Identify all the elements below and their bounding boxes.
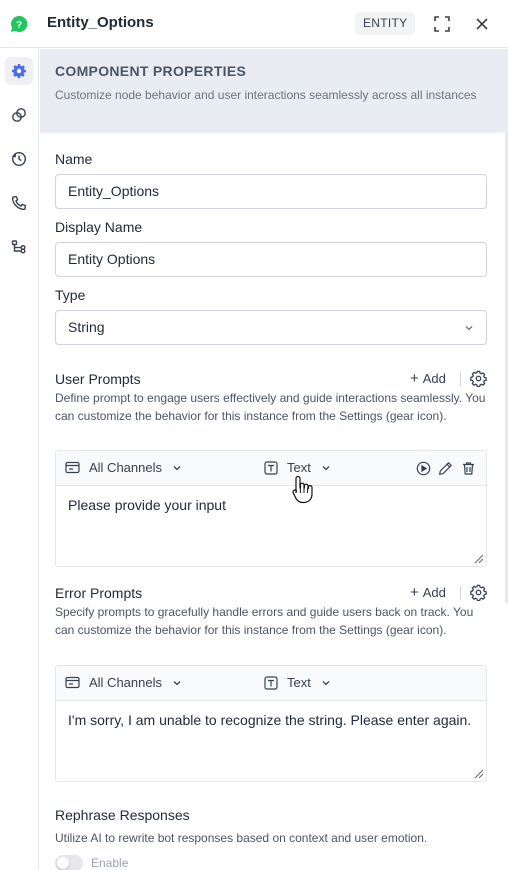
prompt-toolbar: All Channels Text [56, 451, 486, 486]
sidebar-item-connections[interactable] [5, 101, 33, 129]
phone-icon [11, 196, 26, 211]
channels-icon [65, 676, 80, 689]
error-prompt-textarea[interactable]: I'm sorry, I am unable to recognize the … [56, 701, 486, 781]
user-prompt-textarea[interactable]: Please provide your input [56, 486, 486, 566]
user-prompts-settings-gear-icon[interactable] [470, 370, 487, 387]
error-prompt-editor: All Channels Text I'm sorry, I am unable… [55, 665, 487, 782]
display-name-label: Display Name [55, 219, 143, 235]
history-icon [11, 151, 27, 167]
close-icon[interactable] [472, 14, 492, 34]
text-format-icon [264, 675, 278, 690]
flow-icon [11, 240, 26, 254]
gear-icon [12, 64, 26, 79]
error-prompts-title: Error Prompts [55, 585, 143, 601]
format-dropdown[interactable]: Text [264, 460, 331, 475]
channel-dropdown-value: All Channels [89, 460, 162, 475]
add-button-label: Add [422, 371, 446, 386]
toggle-label: Enable [91, 856, 129, 870]
prompt-toolbar: All Channels Text [56, 666, 486, 701]
resize-handle-icon[interactable] [472, 552, 484, 564]
sidebar-item-voice[interactable] [5, 189, 33, 217]
hand-cursor-icon [292, 475, 313, 504]
user-prompt-editor: All Channels Text Please provide your in… [55, 450, 487, 567]
banner-description: Customize node behavior and user interac… [55, 88, 477, 102]
component-properties-banner: COMPONENT PROPERTIES Customize node beha… [40, 49, 508, 133]
add-button-label: Add [422, 585, 446, 600]
question-bubble-icon: ? [11, 15, 28, 32]
chevron-down-icon [465, 326, 473, 331]
link-circles-icon [12, 108, 26, 122]
edit-pencil-icon[interactable] [438, 461, 453, 476]
format-dropdown-value: Text [287, 675, 311, 690]
user-prompt-text: Please provide your input [68, 497, 226, 513]
rephrase-responses-description: Utilize AI to rewrite bot responses base… [55, 831, 428, 845]
type-select[interactable]: String [55, 310, 487, 345]
name-field[interactable]: Entity_Options [55, 174, 487, 209]
banner-title: COMPONENT PROPERTIES [55, 63, 247, 79]
svg-text:?: ? [16, 20, 22, 31]
channel-dropdown[interactable]: All Channels [65, 460, 182, 475]
expand-icon[interactable] [432, 14, 452, 34]
name-label: Name [55, 151, 93, 167]
delete-trash-icon[interactable] [461, 461, 476, 476]
sidebar-item-history[interactable] [5, 145, 33, 173]
error-prompts-settings-gear-icon[interactable] [470, 584, 487, 601]
channel-dropdown-value: All Channels [89, 675, 162, 690]
type-label: Type [55, 287, 86, 303]
error-prompts-add-button[interactable]: + Add [410, 584, 446, 601]
format-dropdown-value: Text [287, 460, 311, 475]
display-name-field[interactable]: Entity Options [55, 242, 487, 277]
chevron-down-icon [322, 680, 330, 685]
type-select-value: String [68, 319, 105, 335]
channel-dropdown[interactable]: All Channels [65, 675, 182, 690]
chevron-down-icon [322, 465, 330, 470]
user-prompts-add-button[interactable]: + Add [410, 370, 446, 387]
plus-icon: + [410, 370, 419, 387]
divider [460, 372, 461, 386]
left-sidebar [0, 49, 39, 870]
chevron-down-icon [173, 680, 181, 685]
plus-icon: + [410, 584, 419, 601]
user-prompts-description: Define prompt to engage users effectivel… [55, 391, 486, 423]
format-dropdown[interactable]: Text [264, 675, 331, 690]
user-prompts-title: User Prompts [55, 371, 141, 387]
chevron-down-icon [173, 465, 181, 470]
channels-icon [65, 461, 80, 474]
divider [460, 586, 461, 600]
resize-handle-icon[interactable] [472, 767, 484, 779]
rephrase-enable-toggle[interactable] [55, 855, 83, 870]
error-prompts-description: Specify prompts to gracefully handle err… [55, 605, 474, 637]
panel-header: ? Entity_Options ENTITY [0, 0, 508, 48]
error-prompt-text: I'm sorry, I am unable to recognize the … [68, 712, 472, 728]
sidebar-item-settings[interactable] [5, 57, 33, 85]
play-icon[interactable] [416, 461, 431, 476]
node-type-badge: ENTITY [355, 12, 416, 35]
rephrase-responses-title: Rephrase Responses [55, 807, 190, 823]
panel-title: Entity_Options [47, 14, 154, 31]
text-format-icon [264, 460, 278, 475]
sidebar-item-transitions[interactable] [5, 233, 33, 261]
